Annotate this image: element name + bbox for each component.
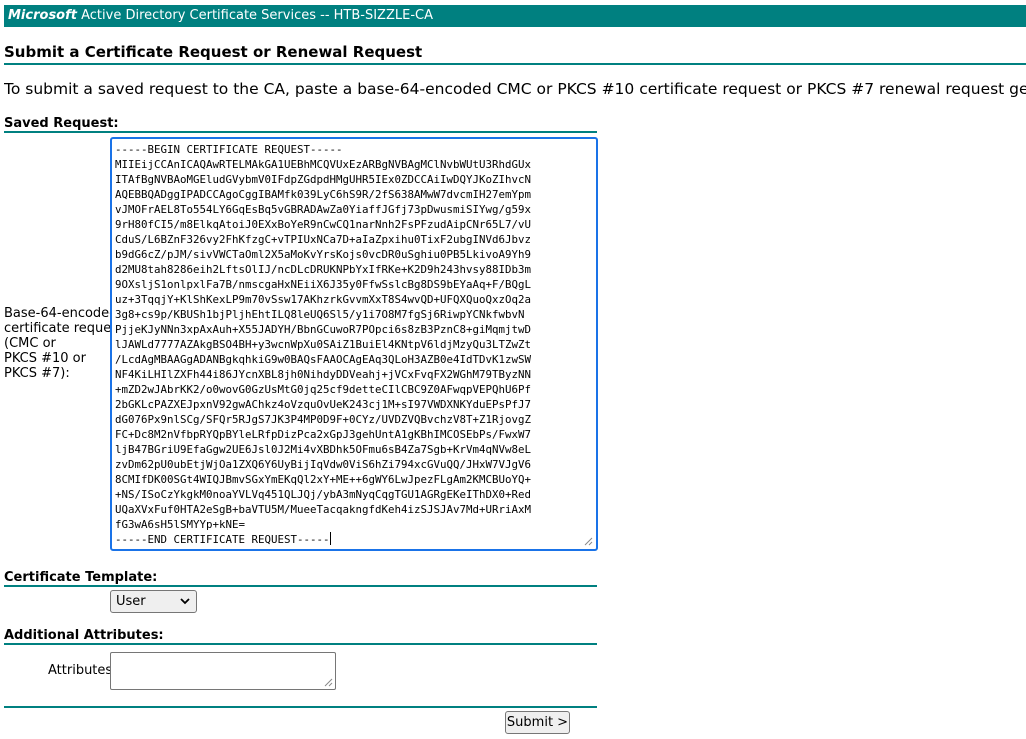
template-selected-value: User (116, 594, 146, 609)
attributes-textarea[interactable] (110, 652, 336, 690)
chevron-down-icon (180, 591, 190, 619)
request-field-label: Base-64-encoded certificate request (CMC… (4, 306, 124, 381)
resize-grip-icon[interactable] (584, 537, 593, 546)
intro-text: To submit a saved request to the CA, pas… (4, 80, 1026, 98)
page-title: Submit a Certificate Request or Renewal … (4, 43, 423, 61)
request-field-label-line: PKCS #7): (4, 366, 70, 381)
request-field-label-line: Base-64-encoded (4, 306, 118, 321)
saved-request-textarea[interactable]: -----BEGIN CERTIFICATE REQUEST----- MIIE… (110, 137, 598, 551)
additional-attributes-divider (4, 643, 597, 645)
request-field-label-line: certificate request (4, 321, 124, 336)
request-field-label-line: (CMC or (4, 336, 56, 351)
resize-grip-icon[interactable] (324, 678, 333, 687)
title-divider (4, 63, 1026, 65)
brand-name: Microsoft (8, 8, 77, 23)
saved-request-text: -----BEGIN CERTIFICATE REQUEST----- MIIE… (115, 143, 532, 546)
header-banner: Microsoft Active Directory Certificate S… (4, 5, 1026, 27)
saved-request-heading: Saved Request: (4, 116, 119, 131)
template-heading: Certificate Template: (4, 570, 158, 585)
attributes-label: Attributes: (48, 663, 117, 678)
certificate-template-select[interactable]: User (110, 590, 197, 613)
saved-request-divider (4, 131, 597, 133)
banner-title: Active Directory Certificate Services --… (81, 8, 433, 23)
request-field-label-line: PKCS #10 or (4, 351, 86, 366)
submit-button[interactable]: Submit > (505, 711, 570, 734)
additional-attributes-heading: Additional Attributes: (4, 628, 164, 643)
form-bottom-divider (4, 706, 597, 708)
template-divider (4, 585, 597, 587)
text-cursor (329, 532, 331, 545)
